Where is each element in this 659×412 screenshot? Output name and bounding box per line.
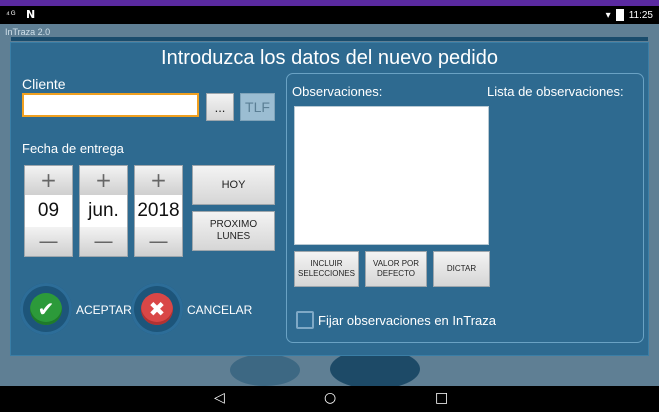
fecha-entrega-label: Fecha de entrega	[22, 141, 124, 156]
aceptar-label[interactable]: ACEPTAR	[76, 303, 132, 317]
recents-icon[interactable]: □	[435, 390, 448, 406]
year-value[interactable]: 2018	[135, 196, 182, 226]
observaciones-label: Observaciones:	[292, 84, 383, 99]
aceptar-button[interactable]: ✔	[20, 283, 72, 335]
month-decrement-button[interactable]: —	[80, 227, 127, 256]
cancelar-button[interactable]: ✖	[131, 283, 183, 335]
year-increment-button[interactable]: +	[135, 166, 182, 195]
app-title: InTraza 2.0	[5, 27, 51, 37]
home-icon[interactable]: ○	[324, 390, 336, 406]
incluir-selecciones-button[interactable]: INCLUIR SELECCIONES	[294, 251, 359, 287]
cancelar-label[interactable]: CANCELAR	[187, 303, 252, 317]
day-decrement-button[interactable]: —	[25, 227, 72, 256]
lista-observaciones-label: Lista de observaciones:	[487, 84, 624, 99]
cancel-x-icon: ✖	[141, 293, 173, 325]
day-spinner: + 09 —	[24, 165, 73, 257]
check-icon: ✔	[30, 293, 62, 325]
browse-cliente-button[interactable]: ...	[206, 93, 234, 121]
battery-icon	[615, 9, 624, 21]
month-spinner: + jun. —	[79, 165, 128, 257]
month-increment-button[interactable]: +	[80, 166, 127, 195]
dictar-button[interactable]: DICTAR	[433, 251, 490, 287]
status-bar: ⁴ᴳ N ▾ 11:25	[0, 6, 659, 24]
year-spinner: + 2018 —	[134, 165, 183, 257]
cliente-input[interactable]	[22, 93, 199, 117]
observaciones-textarea[interactable]	[294, 106, 489, 245]
clock: 11:25	[628, 9, 653, 21]
proximo-lunes-button[interactable]: PROXIMO LUNES	[192, 211, 275, 251]
status-right: ▾ 11:25	[606, 9, 653, 21]
fijar-observaciones-checkbox[interactable]	[296, 311, 314, 329]
year-decrement-button[interactable]: —	[135, 227, 182, 256]
month-value[interactable]: jun.	[80, 196, 127, 226]
back-icon[interactable]: ◁	[214, 390, 225, 406]
fijar-observaciones-label[interactable]: Fijar observaciones en InTraza	[318, 313, 496, 328]
day-value[interactable]: 09	[25, 196, 72, 226]
dialog-title: Introduzca los datos del nuevo pedido	[161, 47, 498, 69]
notification-n-icon: N	[26, 8, 36, 21]
signal-icon: ⁴ᴳ	[6, 9, 17, 19]
wifi-icon: ▾	[605, 9, 611, 21]
background-decoration	[230, 354, 300, 386]
hoy-button[interactable]: HOY	[192, 165, 275, 205]
tlf-button[interactable]: TLF	[240, 93, 275, 121]
navigation-bar: ◁ ○ □	[0, 386, 659, 412]
day-increment-button[interactable]: +	[25, 166, 72, 195]
cliente-label: Cliente	[22, 76, 66, 92]
valor-por-defecto-button[interactable]: VALOR POR DEFECTO	[365, 251, 427, 287]
dialog-header-strip	[11, 37, 648, 41]
